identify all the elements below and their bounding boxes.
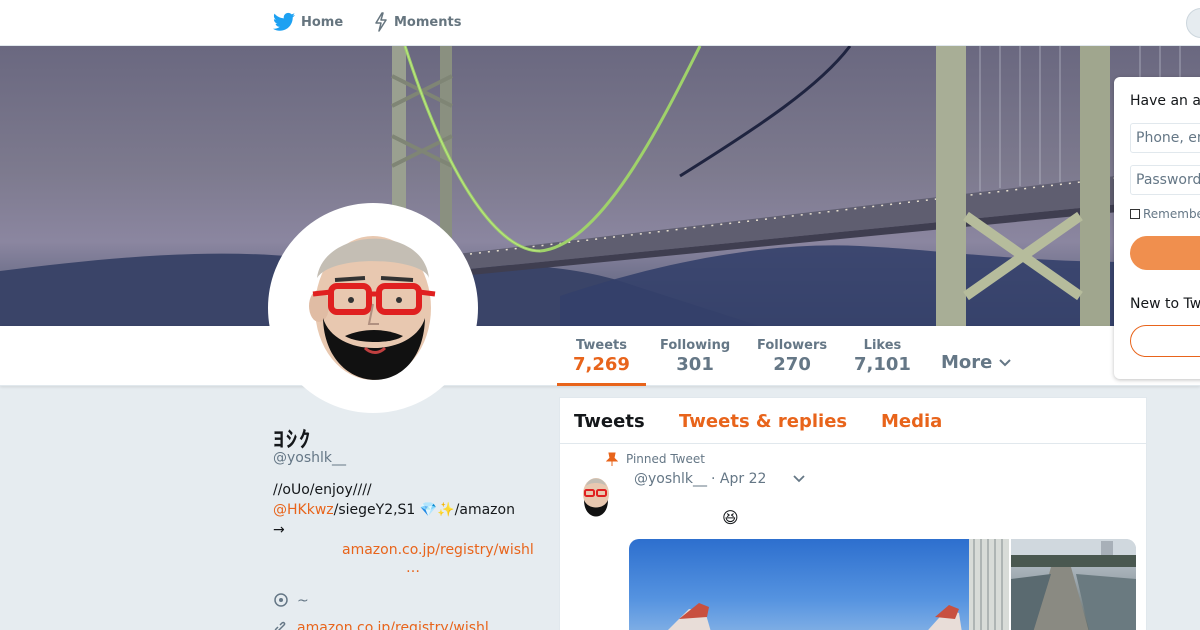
- bio-arrow: →: [273, 522, 285, 538]
- bio-url-link[interactable]: amazon.co.jp/registry/wishl: [342, 540, 534, 560]
- tweet-photo-1[interactable]: [629, 539, 1009, 630]
- tweet-options-chevron-icon[interactable]: [792, 474, 806, 484]
- profile-avatar[interactable]: [268, 203, 478, 413]
- stat-likes-value: 7,101: [854, 354, 911, 375]
- stat-following-label: Following: [660, 338, 731, 353]
- bio-ellipsis: …: [406, 560, 420, 576]
- profile-location: ~: [273, 593, 309, 609]
- stat-tweets-label: Tweets: [575, 338, 627, 353]
- stat-following[interactable]: Following 301: [660, 338, 730, 375]
- tab-tweets-replies[interactable]: Tweets & replies: [679, 411, 847, 432]
- tweet-date[interactable]: · Apr 22: [711, 471, 766, 487]
- nav-moments[interactable]: Moments: [374, 12, 461, 32]
- phone-email-input[interactable]: Phone, em: [1130, 123, 1200, 153]
- profile-banner-image: [0, 46, 1200, 326]
- stat-followers[interactable]: Followers 270: [757, 338, 827, 375]
- nav-home[interactable]: Home: [273, 12, 343, 32]
- remember-checkbox[interactable]: [1130, 209, 1140, 219]
- tweet-author-avatar[interactable]: [578, 474, 614, 522]
- pin-icon: [606, 452, 618, 466]
- profile-stats-bar: Tweets 7,269 Following 301 Followers 270…: [0, 326, 1200, 386]
- profile-bio: //oUo/enjoy//// @HKkwz/siegeY2,S1 💎✨/ama…: [273, 480, 543, 540]
- stat-followers-value: 270: [773, 354, 811, 375]
- twitter-bird-icon: [273, 12, 295, 31]
- bio-line-2-text: /siegeY2,S1 💎✨/amazon: [333, 502, 515, 518]
- password-input[interactable]: Password: [1130, 165, 1200, 195]
- more-menu-button[interactable]: More: [941, 352, 1012, 373]
- lightning-icon: [375, 12, 387, 32]
- nav-user-avatar[interactable]: [1186, 8, 1200, 38]
- chevron-down-icon: [999, 358, 1012, 366]
- tweet-media-gallery: [629, 539, 1136, 630]
- tweet-photo-2[interactable]: [1011, 539, 1136, 630]
- stat-tweets[interactable]: Tweets 7,269: [557, 338, 646, 386]
- profile-handle[interactable]: @yoshlk__: [273, 450, 346, 466]
- stat-tweets-value: 7,269: [573, 354, 630, 375]
- tab-tweets[interactable]: Tweets: [574, 411, 645, 432]
- stat-following-value: 301: [676, 354, 714, 375]
- stat-likes[interactable]: Likes 7,101: [854, 338, 911, 375]
- more-label: More: [941, 352, 993, 373]
- remember-label: Remembe: [1143, 207, 1200, 221]
- bio-mention-link[interactable]: @HKkwz: [273, 502, 334, 518]
- tab-media[interactable]: Media: [881, 411, 942, 432]
- profile-website[interactable]: amazon.co.jp/registry/wishl: [273, 620, 489, 630]
- tweets-timeline: Tweets Tweets & replies Media Pinned Twe…: [559, 397, 1147, 630]
- stat-followers-label: Followers: [757, 338, 828, 353]
- nav-home-label: Home: [301, 14, 344, 30]
- location-text: ~: [297, 593, 309, 609]
- website-text: amazon.co.jp/registry/wishl: [297, 620, 489, 630]
- link-icon: [274, 621, 286, 630]
- bio-line-1: //oUo/enjoy////: [273, 482, 372, 498]
- signup-prompt: New to Tw: [1130, 296, 1200, 312]
- timeline-tabs: Tweets Tweets & replies Media: [560, 398, 1146, 444]
- login-title: Have an a: [1130, 93, 1200, 109]
- tweet-handle[interactable]: @yoshlk__: [634, 471, 707, 487]
- tweet-text: 😆: [722, 508, 739, 527]
- signup-button[interactable]: [1130, 325, 1200, 357]
- bio-line-2: @HKkwz/siegeY2,S1 💎✨/amazon: [273, 500, 543, 520]
- top-navigation-bar: Home Moments: [0, 0, 1200, 46]
- remember-me[interactable]: Remembe: [1130, 207, 1200, 221]
- pinned-tweet-indicator: Pinned Tweet: [606, 452, 705, 466]
- location-pin-icon: [274, 593, 288, 607]
- login-button[interactable]: [1130, 236, 1200, 270]
- login-panel: Have an a Phone, em Password Remembe New…: [1114, 77, 1200, 379]
- tweet-header: @yoshlk__ · Apr 22: [634, 471, 766, 487]
- nav-moments-label: Moments: [394, 14, 462, 30]
- stat-likes-label: Likes: [863, 338, 902, 353]
- pinned-label: Pinned Tweet: [626, 452, 705, 466]
